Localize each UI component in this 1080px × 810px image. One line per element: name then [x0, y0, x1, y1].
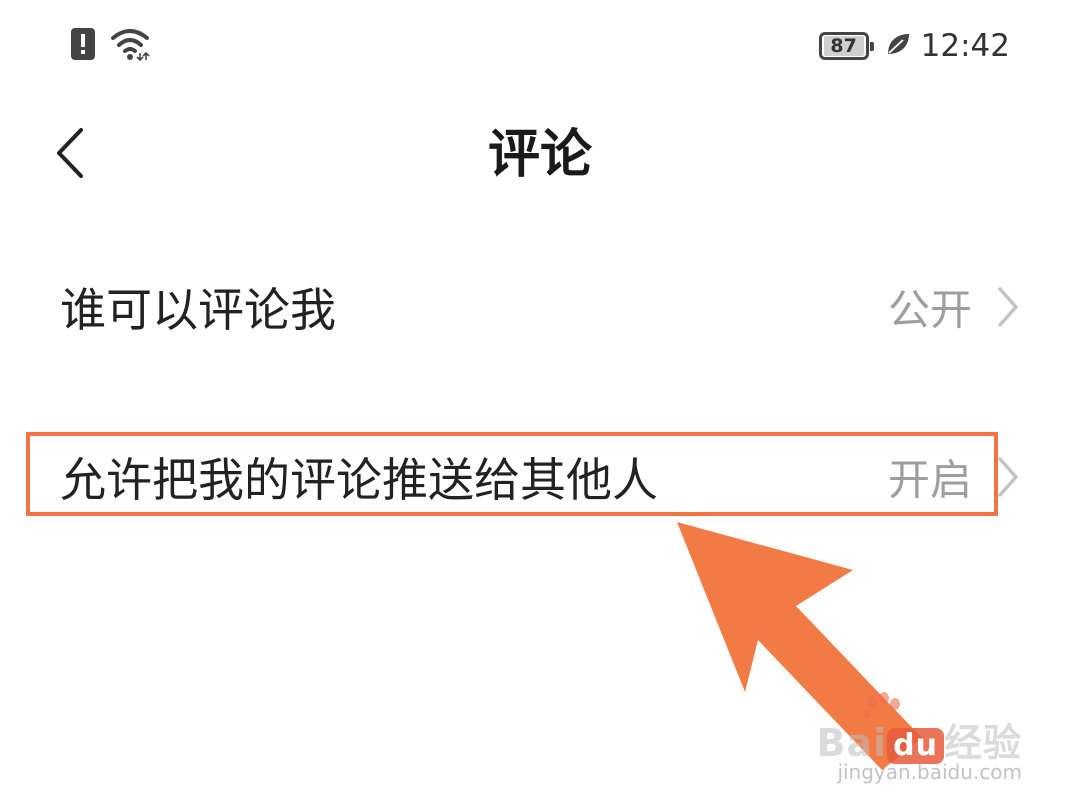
status-bar: 87 12:42	[0, 0, 1080, 95]
battery-icon: 87	[818, 32, 874, 60]
settings-list: 谁可以评论我 公开 允许把我的评论推送给其他人 开启	[0, 222, 1080, 562]
setting-value: 开启	[887, 455, 972, 505]
battery-level: 87	[823, 36, 864, 56]
setting-row-push-comments[interactable]: 允许把我的评论推送给其他人 开启	[0, 392, 1080, 562]
wifi-icon	[110, 27, 150, 65]
watermark-brand-badge: du	[887, 727, 944, 764]
status-bar-left	[70, 26, 150, 66]
leaf-icon	[885, 31, 911, 61]
chevron-right-icon	[994, 285, 1022, 329]
watermark: Bai du 经验 jingyan.baidu.com	[817, 692, 1022, 792]
setting-value: 公开	[887, 285, 972, 335]
watermark-brand-right: 经验	[943, 721, 1022, 765]
setting-label: 允许把我的评论推送给其他人	[60, 453, 658, 507]
status-time: 12:42	[920, 28, 1010, 64]
watermark-brand: Bai du 经验	[817, 712, 1023, 767]
watermark-url: jingyan.baidu.com	[837, 760, 1022, 784]
chevron-right-icon	[994, 455, 1022, 499]
notification-alert-icon	[70, 27, 96, 65]
setting-label: 谁可以评论我	[60, 283, 336, 337]
nav-bar: 评论	[0, 100, 1080, 215]
paw-logo-icon	[860, 692, 904, 736]
page-title: 评论	[487, 125, 592, 185]
status-bar-right: 87 12:42	[818, 24, 1010, 68]
watermark-brand-left: Bai	[816, 721, 888, 765]
setting-row-who-can-comment[interactable]: 谁可以评论我 公开	[0, 222, 1080, 392]
